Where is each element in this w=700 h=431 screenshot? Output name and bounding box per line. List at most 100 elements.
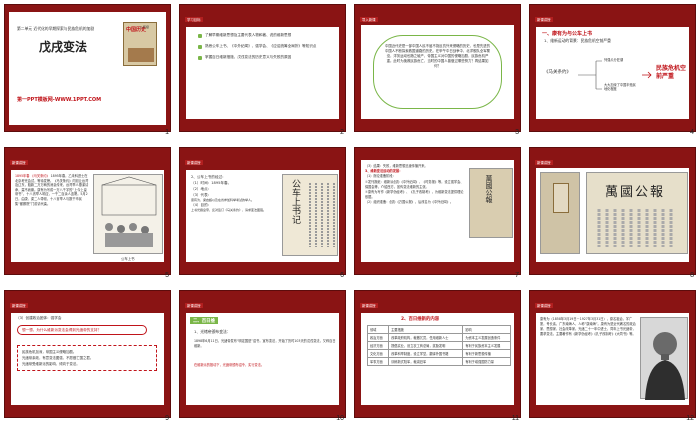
slide-11-canvas: 2、百日维新的内容 领域 主要措施 影响 政治方面 改革政府机构，裁撤冗员，任用…: [361, 313, 514, 405]
objective-item: 了解早期维新思想及主要代表人物和著、说的维新思想: [198, 33, 329, 38]
illustration-caption: 公车上书: [121, 257, 135, 261]
slide-6-canvas: 2、公车上书的经过： （1）时间：1895年春。 （2）地点： （3）代表： 康…: [186, 170, 339, 262]
text-columns-icon: [309, 183, 335, 247]
slide-9-section-label: 新课讲授: [10, 303, 28, 308]
slide-10-note: 在维新派的推动下，光绪帝颁布诏令，实行变法。: [194, 363, 265, 367]
slide-7-canvas: （3）结果：失败，维新思想迅速传播开来。 3、维新变法运动的发展： （1）舆论准…: [361, 160, 514, 262]
slide-4-canvas: 一、康有为与公车上书 1、维新运动的背景：民族危机空前严重 《马关条约》 列强瓜…: [536, 27, 689, 119]
text-columns-icon: [597, 209, 673, 247]
objective-item: 掌握百日维新措施，戊戌变法的历史意义与失败的原因: [198, 55, 329, 60]
slide-6-lines: 2、公车上书的经过： （1）时间：1895年春。 （2）地点： （3）代表： 康…: [191, 175, 267, 212]
slide-thumbnail-6[interactable]: 新课讲授 2、公车上书的经过： （1）时间：1895年春。 （2）地点： （3）…: [175, 143, 350, 286]
slide-9-question: 想一想，为什么维新派变法会得到光绪帝的支持？: [22, 328, 102, 332]
slide-number: 11: [511, 415, 519, 422]
newspaper-front-page-image: 萬國公報: [586, 172, 688, 254]
branch-2: 大大加深了中国半殖民地化程度: [604, 83, 636, 91]
slide-7-lines: （3）结果：失败，维新思想迅速传播开来。 3、维新变法运动的发展： （1）舆论准…: [365, 164, 464, 205]
slide-7-frame: （3）结果：失败，维新思想迅速传播开来。 3、维新变法运动的发展： （1）舆论准…: [354, 147, 521, 275]
petition-document-image: 公车上书记: [282, 174, 338, 256]
answer-box: 民族危机加深，帝国主义侵略加剧。 光绪帝亲政，有意变法图强，不愿做亡国之君。 光…: [17, 345, 157, 371]
slide-number: 10: [336, 415, 344, 422]
portrait-photo-image: [640, 317, 688, 400]
slide-thumbnail-8[interactable]: 新课讲授 萬國公報 8: [525, 143, 700, 286]
slide-1-chapter: 第二单元 近代化的早期探索与民族危机的加剧: [17, 26, 95, 31]
slide-10-paragraph: 1898年6月11日，光绪帝发布“明定国是”诏书，宣布变法，开始了历时103天的…: [194, 339, 336, 348]
slide-3-frame: 导入新课 中国近代史是一部中国人民不屈不挠反抗外来侵略的历史，也是先进的中国人不…: [354, 4, 521, 132]
slide-thumbnail-12[interactable]: 新课讲授 康有为（1858年3月19日－1927年3月31日），原名祖诒，字广厦…: [525, 286, 700, 429]
slide-thumbnail-11[interactable]: 新课讲授 2、百日维新的内容 领域 主要措施 影响 政治方面 改革政府机构，裁撤…: [350, 286, 525, 429]
slide-9-canvas: （3）创建政治团体：强学会 想一想，为什么维新派变法会得到光绪帝的支持？ 民族危…: [11, 313, 164, 405]
slide-thumbnail-4[interactable]: 新课讲授 一、康有为与公车上书 1、维新运动的背景：民族危机空前严重 《马关条约…: [525, 0, 700, 143]
slide-11-frame: 新课讲授 2、百日维新的内容 领域 主要措施 影响 政治方面 改革政府机构，裁撤…: [354, 290, 521, 418]
highlight-date: 1895年春: [15, 174, 30, 178]
book-grade: 八年级: [140, 25, 150, 29]
table-header-row: 领域 主要措施 影响: [366, 325, 511, 334]
highlight-treaty: 《马关条约》: [30, 174, 50, 178]
slide-3-canvas: 中国近代史是一部中国人民不屈不挠反抗外来侵略的历史，也是先进的中国人不断探索救国…: [361, 25, 514, 119]
reform-table: 领域 主要措施 影响 政治方面 改革政府机构，裁撤冗员，任用维新人士 为资本主义…: [366, 325, 511, 366]
slide-12-paragraph: 康有为（1858年3月19日－1927年3月31日），原名祖诒，字广厦，号长素，…: [540, 317, 636, 336]
history-book-cover-image: 中国历史 八年级: [123, 22, 157, 66]
slide-10-frame: 新课讲授 二、百日维新 1、光绪帝颁布变法： 1898年6月11日，光绪帝发布“…: [179, 290, 346, 418]
speech-bubble-icon: 想一想，为什么维新派变法会得到光绪帝的支持？: [17, 325, 147, 335]
slide-8-frame: 新课讲授 萬國公報: [529, 147, 696, 275]
slide-2-section-label: 学习目标: [185, 17, 203, 22]
book-illustration-image: [128, 48, 154, 62]
slide-3-section-label: 导入新课: [360, 17, 378, 22]
slide-6-frame: 新课讲授 2、公车上书的经过： （1）时间：1895年春。 （2）地点： （3）…: [179, 147, 346, 275]
slide-12-frame: 新课讲授 康有为（1858年3月19日－1927年3月31日），原名祖诒，字广厦…: [529, 290, 696, 418]
slide-thumbnail-10[interactable]: 新课讲授 二、百日维新 1、光绪帝颁布变法： 1898年6月11日，光绪帝发布“…: [175, 286, 350, 429]
slide-8-section-label: 新课讲授: [535, 160, 553, 165]
slide-5-canvas: 1895年春 《马关条约》 1895年春，乙未科进士在北京考完会试，等待发榜。《…: [11, 170, 164, 262]
newspaper-masthead: 萬國公報: [605, 185, 666, 200]
slide-9-intro: （3）创建政治团体：强学会: [16, 316, 62, 320]
slide-4-section-label: 新课讲授: [535, 17, 553, 22]
slide-11-heading: 2、百日维新的内容: [401, 317, 440, 322]
newspaper-spine-image: [540, 172, 580, 254]
table-row: 经济方面 提倡实业，设立农工商总局，奖励发明 有利于民族资本主义发展: [366, 341, 511, 350]
slide-2-canvas: 了解早期维新思想及主要代表人物和著、说的维新思想 熟悉公车上书、《中外纪闻》、强…: [186, 27, 339, 119]
slide-number: 3: [515, 129, 519, 136]
slide-number: 2: [340, 129, 344, 136]
portrait-silhouette-icon: [645, 332, 685, 400]
slide-number: 5: [165, 272, 169, 279]
intro-oval-callout: 中国近代史是一部中国人民不屈不挠反抗外来侵略的历史，也是先进的中国人不断探索救国…: [373, 35, 502, 109]
slide-thumbnail-9[interactable]: 新课讲授 （3）创建政治团体：强学会 想一想，为什么维新派变法会得到光绪帝的支持…: [0, 286, 175, 429]
treaty-label: 《马关条约》: [544, 70, 571, 75]
slide-10-heading: 二、百日维新: [190, 317, 218, 330]
slide-number: 4: [690, 129, 694, 136]
table-row: 军事方面 训练新式陆军，裁减旧军 有利于增强国防力量: [366, 357, 511, 366]
slide-1-frame: 第二单元 近代化的早期探索与民族危机的加剧 戊戌变法 第一PPT模板网-WWW.…: [4, 4, 171, 132]
slide-5-paragraph: 1895年春 《马关条约》 1895年春，乙未科进士在北京考完会试，等待发榜。《…: [15, 174, 89, 206]
slide-number: 1: [165, 129, 169, 136]
arrow-right-icon: [642, 71, 652, 79]
slide-6-section-label: 新课讲授: [185, 160, 203, 165]
newspaper-title: 萬國公報: [485, 175, 493, 203]
document-title: 公车上书记: [290, 179, 300, 224]
check-bullet-icon: [198, 56, 202, 60]
slide-5-section-label: 新课讲授: [10, 160, 28, 165]
slide-10-subheading: 1、光绪帝颁布变法：: [194, 329, 231, 334]
slide-number: 12: [686, 415, 694, 422]
slide-thumbnail-3[interactable]: 导入新课 中国近代史是一部中国人民不屈不挠反抗外来侵略的历史，也是先进的中国人不…: [350, 0, 525, 143]
slide-thumbnail-7[interactable]: （3）结果：失败，维新思想迅速传播开来。 3、维新变法运动的发展： （1）舆论准…: [350, 143, 525, 286]
slide-4-subheading: 1、维新运动的背景：民族危机空前严重: [544, 38, 611, 43]
slide-number: 6: [340, 272, 344, 279]
slide-10-canvas: 二、百日维新 1、光绪帝颁布变法： 1898年6月11日，光绪帝发布“明定国是”…: [186, 313, 339, 405]
slide-1-canvas: 第二单元 近代化的早期探索与民族危机的加剧 戊戌变法 第一PPT模板网-WWW.…: [9, 12, 166, 125]
check-bullet-icon: [198, 45, 202, 49]
slide-1-footer: 第一PPT模板网-WWW.1PPT.COM: [17, 97, 102, 103]
slide-4-frame: 新课讲授 一、康有为与公车上书 1、维新运动的背景：民族危机空前严重 《马关条约…: [529, 4, 696, 132]
slide-number: 9: [165, 415, 169, 422]
check-bullet-icon: [198, 34, 202, 38]
slide-9-frame: 新课讲授 （3）创建政治团体：强学会 想一想，为什么维新派变法会得到光绪帝的支持…: [4, 290, 171, 418]
slide-thumbnail-2[interactable]: 学习目标 了解早期维新思想及主要代表人物和著、说的维新思想 熟悉公车上书、《中外…: [175, 0, 350, 143]
slide-sorter-grid: 第二单元 近代化的早期探索与民族危机的加剧 戊戌变法 第一PPT模板网-WWW.…: [0, 0, 700, 431]
crowd-sketch-icon: [101, 176, 157, 247]
slide-number: 8: [690, 272, 694, 279]
slide-11-section-label: 新课讲授: [360, 303, 378, 308]
slide-10-section-label: 新课讲授: [185, 303, 203, 308]
slide-thumbnail-5[interactable]: 新课讲授 1895年春 《马关条约》 1895年春，乙未科进士在北京考完会试，等…: [0, 143, 175, 286]
slide-thumbnail-1[interactable]: 第二单元 近代化的早期探索与民族危机的加剧 戊戌变法 第一PPT模板网-WWW.…: [0, 0, 175, 143]
slide-4-heading: 一、康有为与公车上书: [542, 31, 593, 37]
